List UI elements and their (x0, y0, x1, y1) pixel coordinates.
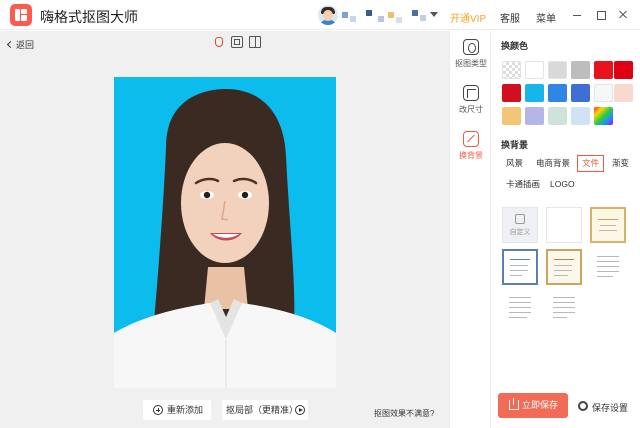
color-swatch[interactable] (571, 84, 590, 102)
ring-icon (463, 39, 479, 55)
color-swatch[interactable] (594, 107, 613, 125)
portrait-illustration (114, 89, 336, 388)
background-icon (463, 131, 479, 147)
back-button[interactable]: 返回 (6, 38, 34, 51)
save-now-button[interactable]: 立即保存 (498, 393, 568, 418)
tab-ecommerce[interactable]: 电商背景 (531, 155, 575, 172)
color-swatch[interactable] (525, 107, 544, 125)
custom-background-tile[interactable]: 自定义 (502, 207, 538, 243)
tab-gradient[interactable]: 渐变 (607, 155, 634, 172)
color-swatch[interactable] (502, 61, 521, 79)
tab-document[interactable]: 文件 (577, 155, 605, 172)
side-rail: 抠图类型 改尺寸 换背景 (449, 31, 491, 428)
rail-item-cutout-type[interactable]: 抠图类型 (450, 39, 492, 69)
color-swatch[interactable] (594, 84, 613, 102)
color-swatch[interactable] (594, 61, 613, 79)
tab-cartoon[interactable]: 卡通插画 (501, 176, 545, 193)
color-swatch[interactable] (548, 84, 567, 102)
readd-button[interactable]: 重新添加 (143, 400, 211, 420)
certificate-background-tile[interactable] (502, 249, 538, 285)
certificate-background-tile[interactable] (590, 207, 626, 243)
user-avatar[interactable] (318, 5, 338, 25)
app-logo-icon (10, 4, 32, 26)
compare-icon[interactable] (249, 36, 261, 48)
close-icon[interactable] (616, 8, 630, 22)
color-swatch[interactable] (614, 61, 633, 79)
portrait-photo (114, 77, 336, 388)
title-bar: 嗨格式抠图大师 开通VIP 客服 菜单 (0, 0, 640, 30)
color-swatch[interactable] (614, 84, 633, 102)
image-icon (515, 214, 525, 224)
rail-item-background[interactable]: 换背景 (450, 131, 492, 161)
color-swatch[interactable] (525, 84, 544, 102)
chevron-left-icon (6, 40, 15, 49)
gear-icon (578, 401, 588, 411)
color-swatch[interactable] (525, 61, 544, 79)
transparent-background-tile[interactable] (546, 207, 582, 243)
menu-button[interactable]: 菜单 (536, 10, 556, 25)
play-circle-icon (295, 405, 305, 415)
color-swatch[interactable] (571, 61, 590, 79)
certificate-background-tile[interactable] (546, 249, 582, 285)
color-swatch[interactable] (502, 107, 521, 125)
download-icon (509, 398, 519, 410)
maximize-icon[interactable] (594, 8, 608, 22)
rail-item-resize[interactable]: 改尺寸 (450, 85, 492, 115)
color-section-title: 换颜色 (501, 41, 529, 51)
color-swatch[interactable] (548, 107, 567, 125)
customer-service-button[interactable]: 客服 (500, 10, 520, 25)
feedback-link[interactable]: 抠图效果不满意? (374, 408, 434, 419)
chevron-down-icon[interactable] (430, 12, 438, 17)
document-background-tile[interactable] (502, 291, 538, 327)
color-swatch[interactable] (502, 84, 521, 102)
fit-screen-icon[interactable] (231, 36, 243, 48)
document-background-tile[interactable] (590, 249, 626, 285)
background-section-title: 换背景 (501, 140, 529, 150)
color-swatch[interactable] (571, 107, 590, 125)
resize-icon (463, 85, 479, 101)
color-swatch[interactable] (548, 61, 567, 79)
vip-button[interactable]: 开通VIP (450, 10, 486, 25)
tab-scenery[interactable]: 风景 (501, 155, 528, 172)
tab-logo[interactable]: LOGO (545, 176, 580, 193)
document-background-tile[interactable] (546, 291, 582, 327)
app-title: 嗨格式抠图大师 (40, 9, 138, 25)
plus-circle-icon (153, 405, 163, 415)
hand-tool-icon[interactable] (213, 36, 225, 48)
save-settings-button[interactable]: 保存设置 (578, 401, 628, 414)
refine-local-button[interactable]: 抠局部（更精准） (222, 400, 308, 420)
minimize-icon[interactable] (570, 8, 584, 22)
